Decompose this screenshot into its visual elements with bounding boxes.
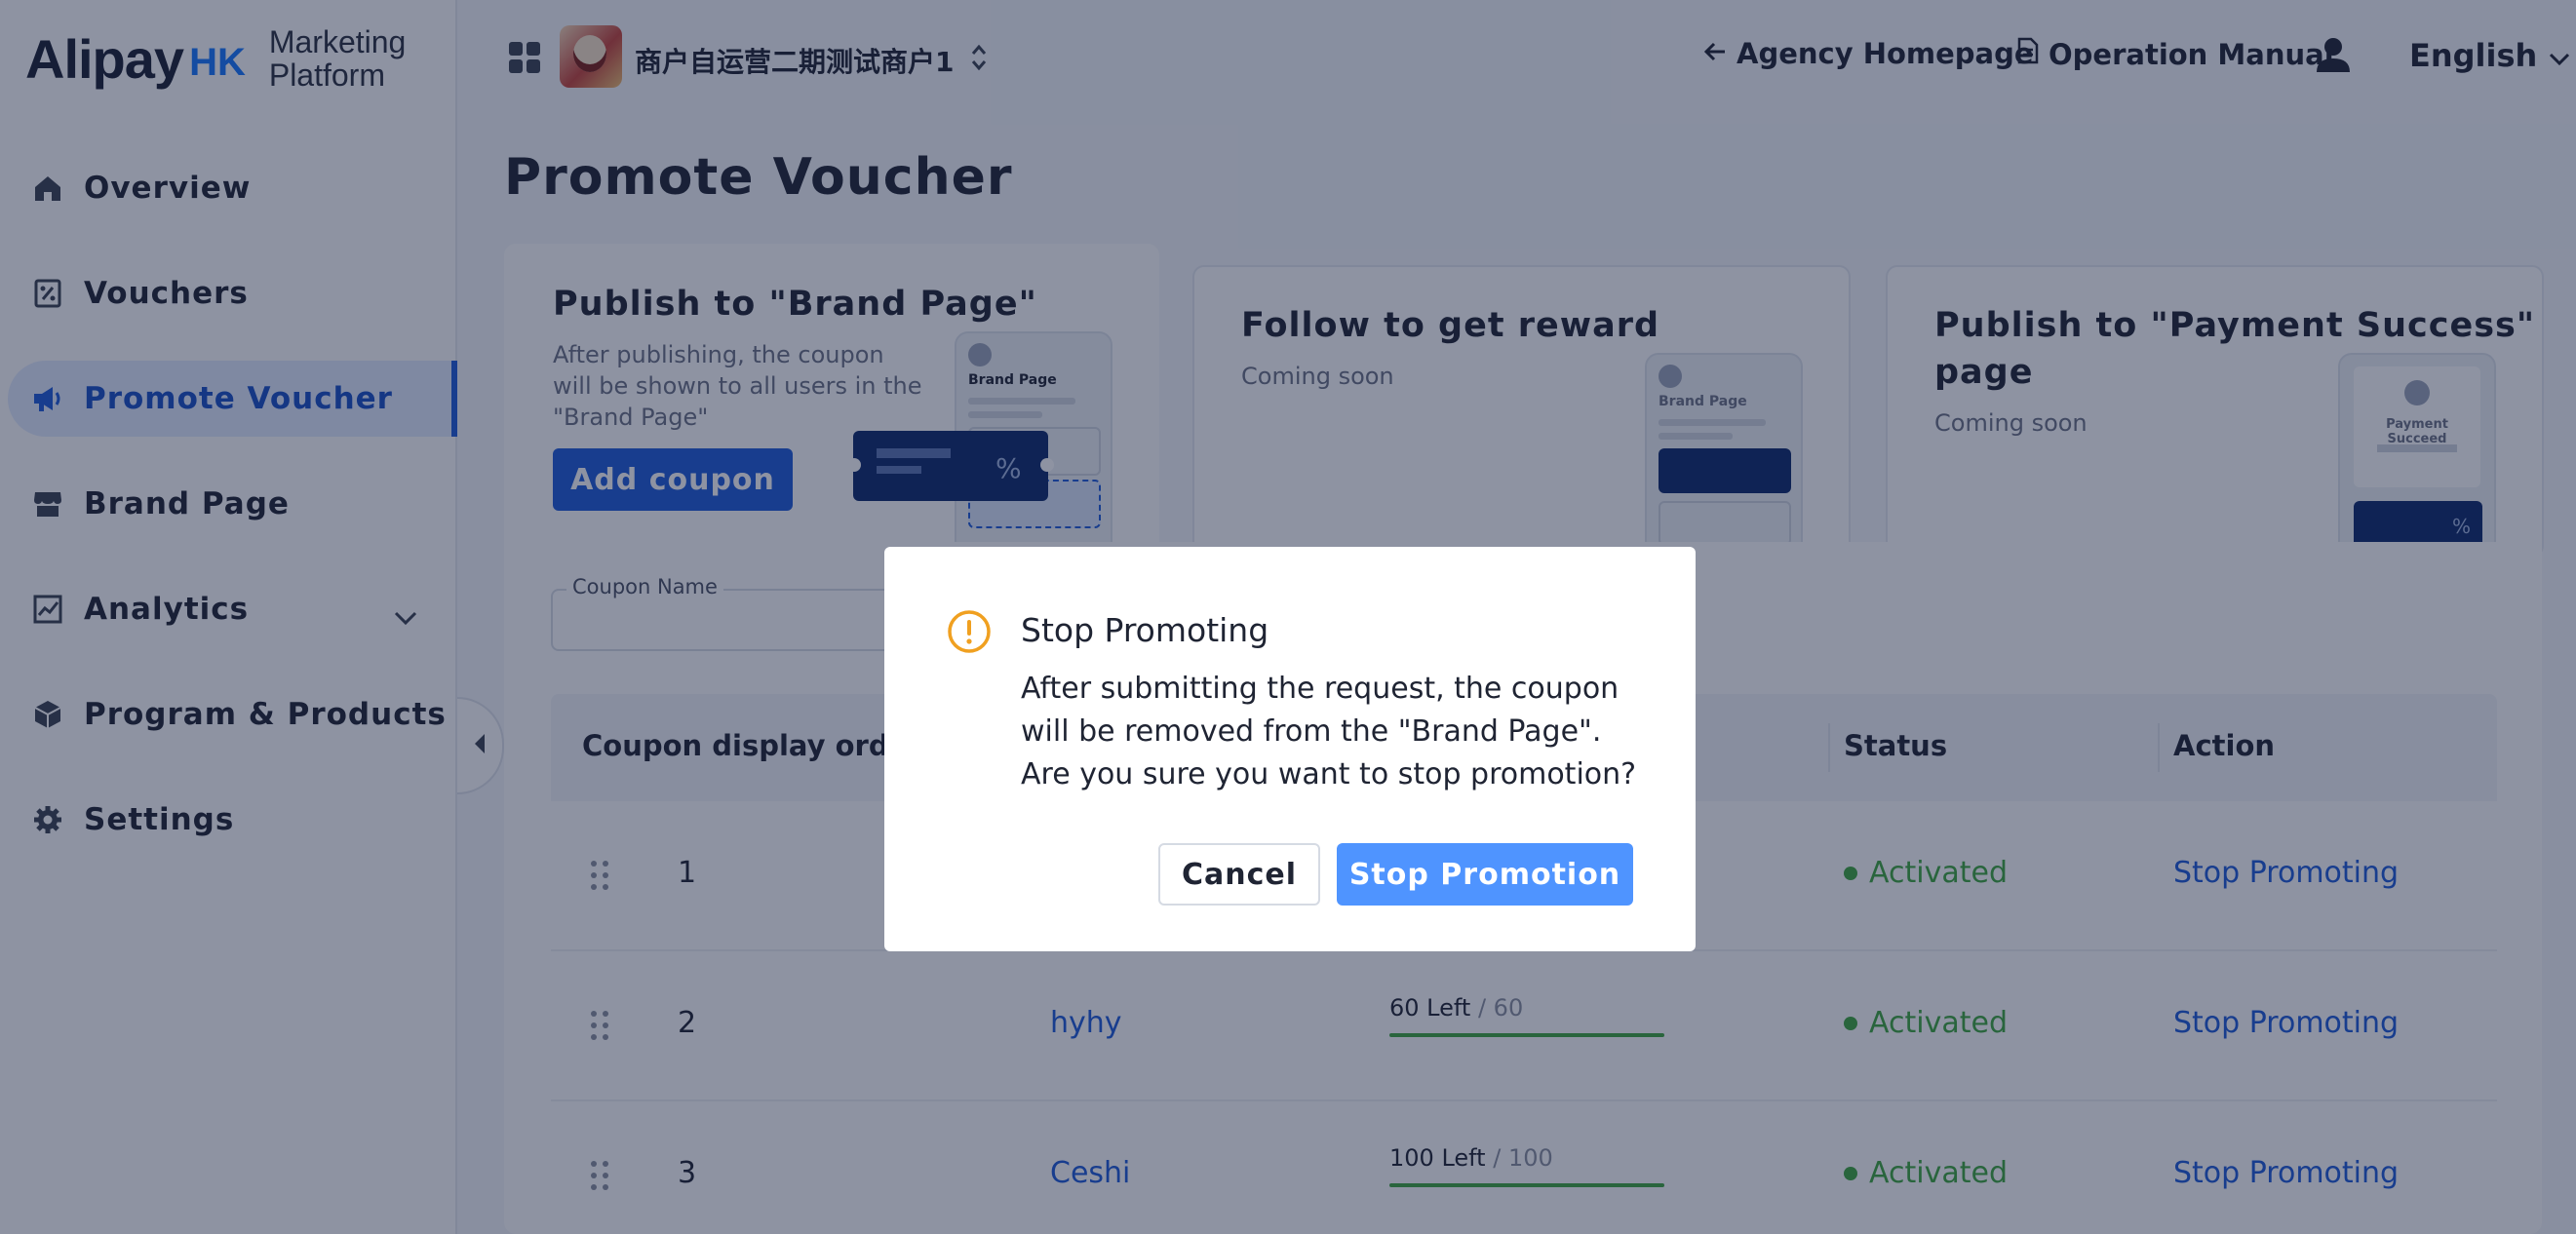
cancel-button[interactable]: Cancel (1158, 843, 1320, 906)
dialog-message: After submitting the request, the coupon… (1021, 672, 1637, 791)
warning-icon (947, 609, 992, 658)
stop-promoting-dialog: Stop Promoting After submitting the requ… (884, 547, 1696, 951)
dialog-title: Stop Promoting (1021, 611, 1269, 649)
stop-promotion-button[interactable]: Stop Promotion (1337, 843, 1633, 906)
